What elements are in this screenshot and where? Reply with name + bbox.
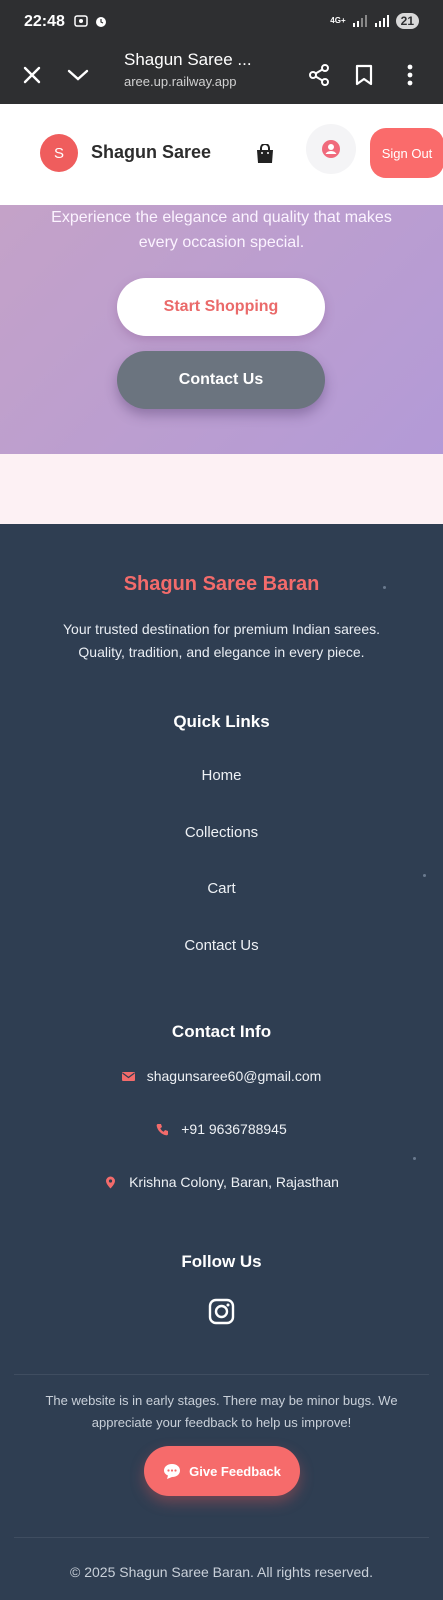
more-options-button[interactable] [393,58,427,92]
cart-button[interactable] [253,142,277,166]
footer-divider [14,1374,429,1375]
give-feedback-button[interactable]: Give Feedback [144,1446,300,1496]
start-shopping-button[interactable]: Start Shopping [117,278,325,336]
status-bar: 22:48 4G+ 21 [0,0,443,46]
battery-indicator: 21 [395,13,419,29]
decorative-dot [413,1157,416,1160]
quick-links-heading: Quick Links [173,712,270,731]
page-title: Shagun Saree ... [124,50,252,69]
beta-notice: The website is in early stages. There ma… [45,1393,398,1430]
close-tab-button[interactable] [15,58,49,92]
footer-link-cart[interactable]: Cart [0,880,443,897]
phone-icon [156,1123,169,1135]
network-type: 4G+ [330,16,346,25]
email-text: shagunsaree60@gmail.com [146,1068,322,1084]
contact-address: Krishna Colony, Baran, Rajasthan [0,1174,443,1190]
chevron-down-icon [67,69,89,81]
chat-bubble-icon [164,1463,181,1479]
contact-info-heading: Contact Info [171,1022,272,1041]
site-header: S Shagun Saree Sign Out [0,104,443,205]
footer-brand: Shagun Saree Baran [123,573,320,595]
address-text: Krishna Colony, Baran, Rajasthan [129,1174,339,1190]
phone-text: +91 9636788945 [181,1121,287,1137]
instagram-icon[interactable] [208,1298,235,1325]
contact-us-button[interactable]: Contact Us [117,351,325,409]
user-circle-icon [322,140,340,158]
footer-link-collections[interactable]: Collections [0,824,443,841]
feedback-label: Give Feedback [189,1463,281,1479]
map-pin-icon [106,1176,116,1188]
shopping-bag-icon [257,144,273,163]
signal-icon [352,15,367,27]
page-url[interactable]: aree.up.railway.app [124,74,237,89]
browser-toolbar: Shagun Saree ... aree.up.railway.app [0,46,443,104]
hero-tagline: Experience the elegance and quality that… [51,209,392,251]
profile-button[interactable] [306,124,356,174]
more-vert-icon [407,64,413,86]
envelope-icon [121,1071,135,1081]
contact-phone[interactable]: +91 9636788945 [0,1121,443,1137]
footer-link-contact[interactable]: Contact Us [0,937,443,954]
status-time: 22:48 [24,13,65,30]
footer-divider [14,1537,429,1538]
logo[interactable]: S [40,134,78,172]
brand-name[interactable]: Shagun Saree [91,142,211,163]
signal-icon [374,15,389,27]
contact-email[interactable]: shagunsaree60@gmail.com [0,1068,443,1084]
collapse-button[interactable] [61,58,95,92]
share-button[interactable] [302,58,336,92]
follow-us-heading: Follow Us [181,1252,262,1271]
footer-link-home[interactable]: Home [0,767,443,784]
alarm-icon [96,17,106,27]
bookmark-icon [355,64,373,86]
footer-description: Your trusted destination for premium Ind… [63,621,380,660]
screenshot-icon [74,15,88,27]
hero-section: Experience the elegance and quality that… [0,205,443,454]
sign-out-button[interactable]: Sign Out [370,128,443,178]
copyright: © 2025 Shagun Saree Baran. All rights re… [70,1564,373,1580]
section-spacer [0,454,443,524]
share-icon [309,64,329,86]
bookmark-button[interactable] [347,58,381,92]
decorative-dot [423,874,426,877]
footer: Shagun Saree Baran Your trusted destinat… [0,524,443,1600]
close-icon [23,66,41,84]
